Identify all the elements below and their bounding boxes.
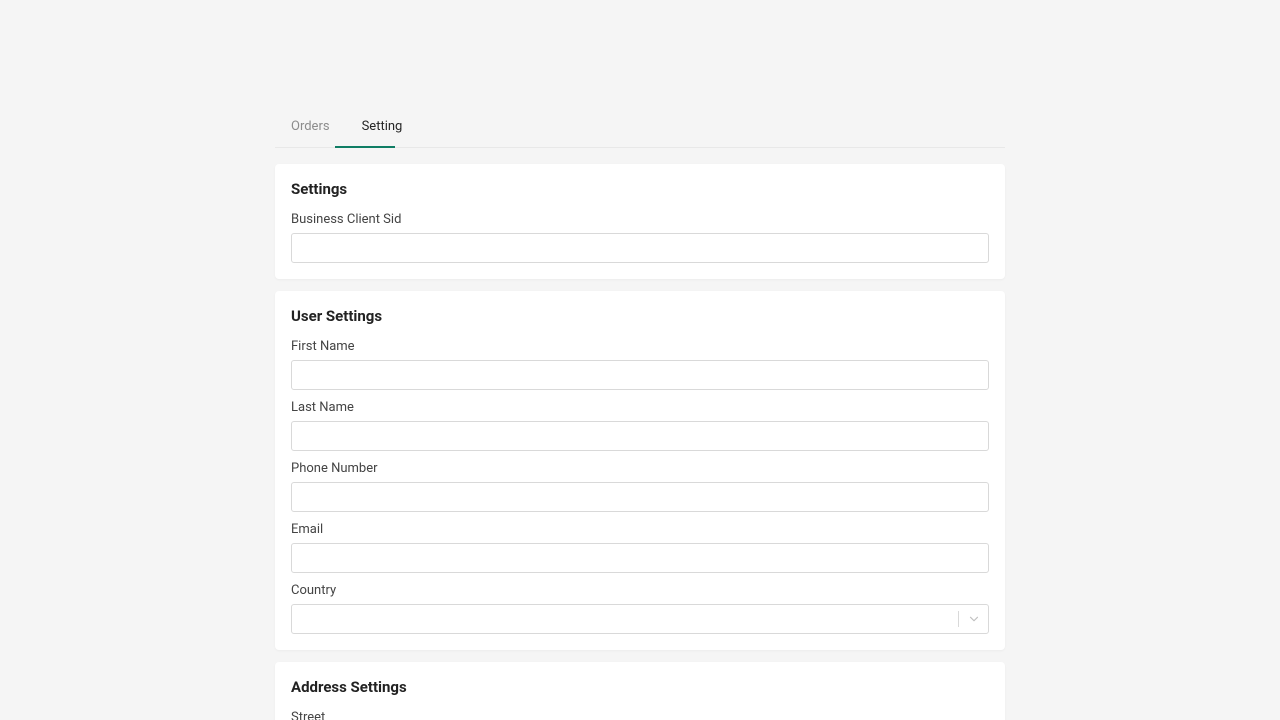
street-field: Street xyxy=(291,710,989,720)
phone-number-input[interactable] xyxy=(291,482,989,512)
first-name-field: First Name xyxy=(291,339,989,390)
tab-setting[interactable]: Setting xyxy=(346,107,419,147)
content-container: Orders Setting Settings Business Client … xyxy=(275,108,1005,720)
email-label: Email xyxy=(291,522,989,537)
phone-number-label: Phone Number xyxy=(291,461,989,476)
street-label: Street xyxy=(291,710,989,720)
tab-orders[interactable]: Orders xyxy=(275,107,346,147)
last-name-label: Last Name xyxy=(291,400,989,415)
last-name-field: Last Name xyxy=(291,400,989,451)
tab-active-indicator xyxy=(335,146,395,148)
phone-number-field: Phone Number xyxy=(291,461,989,512)
email-field: Email xyxy=(291,522,989,573)
country-field: Country xyxy=(291,583,989,634)
address-settings-panel-title: Address Settings xyxy=(291,678,989,696)
email-input[interactable] xyxy=(291,543,989,573)
settings-panel-title: Settings xyxy=(291,180,989,198)
first-name-input[interactable] xyxy=(291,360,989,390)
settings-panel: Settings Business Client Sid xyxy=(275,164,1005,279)
tab-setting-label: Setting xyxy=(362,119,403,134)
country-select-input[interactable] xyxy=(291,604,989,634)
user-settings-panel: User Settings First Name Last Name Phone… xyxy=(275,291,1005,650)
country-select[interactable] xyxy=(291,604,989,634)
business-client-sid-input[interactable] xyxy=(291,233,989,263)
business-client-sid-field: Business Client Sid xyxy=(291,212,989,263)
first-name-label: First Name xyxy=(291,339,989,354)
settings-page: Orders Setting Settings Business Client … xyxy=(0,0,1280,720)
country-label: Country xyxy=(291,583,989,598)
tab-orders-label: Orders xyxy=(291,119,330,134)
last-name-input[interactable] xyxy=(291,421,989,451)
address-settings-panel: Address Settings Street xyxy=(275,662,1005,720)
user-settings-panel-title: User Settings xyxy=(291,307,989,325)
tab-bar: Orders Setting xyxy=(275,108,1005,148)
business-client-sid-label: Business Client Sid xyxy=(291,212,989,227)
